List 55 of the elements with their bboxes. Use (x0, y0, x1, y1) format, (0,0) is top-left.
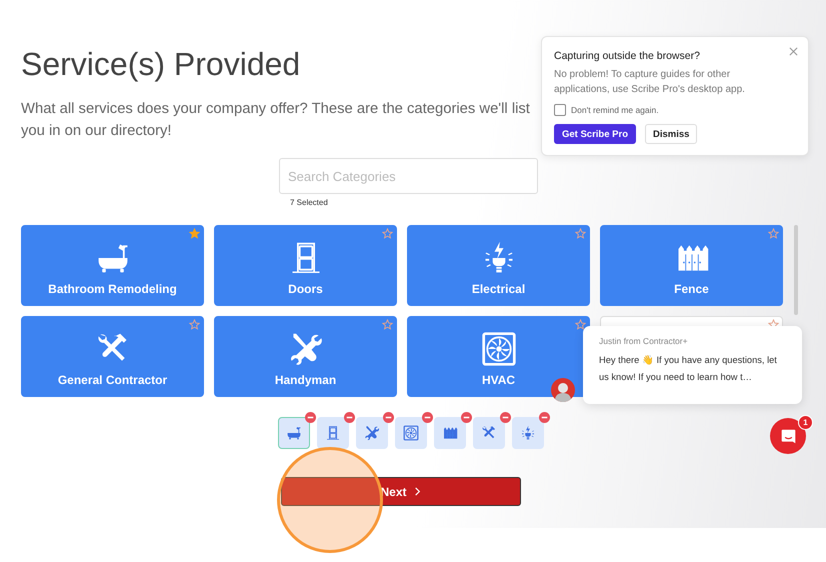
scrollbar[interactable] (794, 225, 798, 315)
category-label: HVAC (482, 373, 516, 387)
page-title: Service(s) Provided (21, 45, 300, 84)
upgrade-button[interactable]: Get Scribe Pro (554, 124, 636, 144)
wrench-and-screwdriver-icon (364, 425, 380, 441)
category-label: Bathroom Remodeling (48, 282, 177, 296)
page-description: What all services does your company offer? These are the categories we'll list you in on our directory! (21, 100, 531, 141)
light-bulb-icon (520, 425, 536, 441)
door-icon (325, 425, 341, 441)
remove-icon[interactable] (461, 412, 472, 423)
star-icon[interactable] (575, 319, 586, 330)
category-card[interactable]: Electrical (407, 225, 590, 306)
avatar-icon (551, 378, 575, 402)
category-label: Doors (288, 282, 323, 296)
category-card[interactable]: Doors (214, 225, 397, 306)
popup-title: Capturing outside the browser? (554, 50, 701, 62)
category-label: Fence (674, 282, 709, 296)
fan-icon (403, 425, 419, 441)
chat-icon (780, 428, 796, 444)
category-card[interactable]: Fence (600, 225, 783, 306)
checkbox[interactable] (554, 104, 566, 116)
close-icon[interactable] (789, 47, 798, 56)
popup-message: No problem! To capture guides for other applications, use Scribe Pro's desktop app. (554, 68, 746, 97)
star-icon[interactable] (189, 319, 200, 330)
selected-count: 7 Selected (290, 198, 329, 207)
category-card[interactable]: General Contractor (21, 316, 204, 397)
checkbox-label: Don't remind me again. (571, 105, 659, 115)
star-icon[interactable] (189, 228, 200, 239)
category-card[interactable]: Handyman (214, 316, 397, 397)
remove-icon[interactable] (539, 412, 550, 423)
search-field[interactable]: Search Categories (279, 158, 538, 194)
dismiss-button[interactable]: Dismiss (645, 124, 698, 144)
category-label: General Contractor (58, 373, 168, 387)
remove-icon[interactable] (344, 412, 355, 423)
star-icon[interactable] (382, 319, 393, 330)
selected-category-chip[interactable] (278, 417, 310, 449)
remove-icon[interactable] (500, 412, 511, 423)
star-icon[interactable] (575, 228, 586, 239)
fence-icon (442, 425, 458, 441)
chevron-right-icon (412, 487, 422, 496)
category-label: Handyman (274, 373, 336, 387)
remove-icon[interactable] (422, 412, 433, 423)
bathtub-icon (286, 425, 302, 441)
chat-message: Hey there 👋 If you have any questions, let us know! If you need to learn how t… (599, 354, 778, 384)
category-label: Electrical (472, 282, 526, 296)
remove-icon[interactable] (383, 412, 394, 423)
remove-icon[interactable] (305, 412, 316, 423)
wrench-and-hammer-icon (481, 425, 497, 441)
chat-toast[interactable]: Justin from Contractor+ Hey there 👋 If you have any questions, let us know! If you need to learn how t… (583, 326, 802, 404)
category-card[interactable]: HVAC (407, 316, 590, 397)
category-card[interactable]: Bathroom Remodeling (21, 225, 204, 306)
chat-sender: Justin from Contractor+ (599, 336, 689, 346)
star-icon[interactable] (768, 228, 779, 239)
fan-icon (480, 331, 516, 367)
star-icon[interactable] (382, 228, 393, 239)
